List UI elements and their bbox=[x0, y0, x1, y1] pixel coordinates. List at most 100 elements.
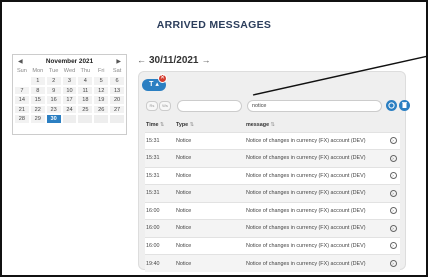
column-header-type[interactable]: Type ⇅ bbox=[175, 119, 245, 132]
calendar-day[interactable]: 19 bbox=[93, 95, 110, 105]
calendar-day[interactable]: 7 bbox=[14, 85, 30, 95]
calendar-day[interactable]: 8 bbox=[29, 85, 46, 95]
cell-action: › bbox=[385, 236, 400, 255]
calendar-day[interactable]: 27 bbox=[109, 104, 125, 114]
cell-message: Notice of changes in currency (FX) accou… bbox=[245, 149, 385, 167]
table-row[interactable]: 15:31 Notice Notice of changes in currency… bbox=[145, 131, 400, 150]
calendar-day[interactable]: 14 bbox=[14, 95, 30, 105]
messages-panel: T ▴ ✕ Rs Ws notice Time ⇅ Type ⇅ message… bbox=[138, 71, 410, 272]
calendar-empty-cell bbox=[61, 114, 78, 124]
cell-action: › bbox=[385, 131, 400, 150]
calendar-day[interactable]: 10 bbox=[61, 85, 78, 95]
calendar-day[interactable]: 26 bbox=[93, 104, 110, 114]
calendar-day[interactable]: 12 bbox=[93, 85, 110, 95]
view-detail-icon[interactable]: › bbox=[389, 207, 397, 215]
refresh-icon bbox=[388, 102, 395, 109]
cell-action: › bbox=[385, 254, 400, 272]
calendar-day[interactable]: 11 bbox=[77, 85, 94, 95]
cell-message: Notice of changes in currency (FX) accou… bbox=[245, 236, 385, 255]
cell-message: Notice of changes in currency (FX) accou… bbox=[245, 166, 385, 185]
calendar-day[interactable]: 25 bbox=[77, 104, 94, 114]
cell-type: Notice bbox=[175, 131, 245, 150]
calendar-day[interactable]: 22 bbox=[29, 104, 46, 114]
chevron-right-icon[interactable]: ▶ bbox=[116, 58, 121, 65]
filter-button[interactable]: T ▴ ✕ bbox=[142, 74, 167, 91]
calendar-day[interactable]: 30 bbox=[45, 114, 62, 124]
calendar-day[interactable]: 17 bbox=[61, 95, 78, 105]
calendar-day[interactable]: 29 bbox=[29, 114, 46, 124]
table-row[interactable]: 15:31 Notice Notice of changes in currency… bbox=[145, 166, 400, 185]
weekday-label: Sun bbox=[16, 68, 27, 74]
calendar-day[interactable]: 5 bbox=[93, 76, 110, 86]
calendar-day[interactable]: 2 bbox=[45, 76, 62, 86]
calendar-day[interactable]: 21 bbox=[14, 104, 30, 114]
table-row[interactable]: 15:31 Notice Notice of changes in currency… bbox=[145, 149, 400, 167]
column-header-message[interactable]: message ⇅ bbox=[245, 119, 385, 132]
cell-action: › bbox=[385, 149, 400, 167]
view-detail-icon[interactable]: › bbox=[389, 260, 397, 267]
cell-type: Notice bbox=[175, 236, 245, 255]
cell-time: 15:31 bbox=[145, 166, 175, 185]
table-row[interactable]: 16:00 Notice Notice of changes in currency… bbox=[145, 236, 400, 255]
delete-button[interactable] bbox=[399, 100, 410, 111]
toggle-pills: Rs Ws bbox=[146, 101, 171, 111]
cell-time: 15:31 bbox=[145, 149, 175, 167]
calendar-day[interactable]: 3 bbox=[61, 76, 78, 86]
table-row[interactable]: 16:00 Notice Notice of changes in currency… bbox=[145, 201, 400, 220]
cell-time: 16:00 bbox=[145, 236, 175, 255]
view-detail-icon[interactable]: › bbox=[389, 224, 397, 232]
view-detail-icon[interactable]: › bbox=[389, 137, 397, 145]
cell-type: Notice bbox=[175, 149, 245, 167]
cell-message: Notice of changes in currency (FX) accou… bbox=[245, 254, 385, 272]
view-detail-icon[interactable]: › bbox=[389, 242, 397, 250]
header-label-time: Time bbox=[146, 122, 159, 129]
refresh-button[interactable] bbox=[386, 100, 397, 111]
view-detail-icon[interactable]: › bbox=[389, 154, 397, 162]
calendar-grid: Sun Mon Tue Wed Thu Fri Sat 1 2 3 4 5 6 7 8 9 10 11 12 13 14… bbox=[13, 67, 126, 124]
message-filter-input[interactable]: notice bbox=[247, 100, 382, 112]
view-detail-icon[interactable]: › bbox=[389, 189, 397, 197]
type-filter-input[interactable] bbox=[177, 100, 242, 112]
sort-icon: ⇅ bbox=[189, 122, 195, 129]
calendar-day[interactable]: 20 bbox=[109, 95, 125, 105]
messages-table: Time ⇅ Type ⇅ message ⇅ 15:31 Notice Notic… bbox=[145, 119, 400, 272]
filter-toolbar: Rs Ws notice bbox=[145, 100, 410, 112]
calendar-month-label: November 2021 bbox=[45, 57, 94, 65]
table-row[interactable]: 15:31 Notice Notice of changes in currency… bbox=[145, 184, 400, 202]
cell-action: › bbox=[385, 219, 400, 237]
next-date-arrow[interactable]: → bbox=[202, 55, 211, 65]
header-label-message: message bbox=[246, 122, 270, 129]
cell-time: 19:40 bbox=[145, 254, 175, 272]
pill-toggle-2[interactable]: Ws bbox=[159, 101, 171, 111]
column-header-time[interactable]: Time ⇅ bbox=[145, 119, 175, 132]
calendar-day[interactable]: 18 bbox=[77, 95, 94, 105]
calendar-day[interactable]: 13 bbox=[109, 85, 125, 95]
chevron-left-icon[interactable]: ◀ bbox=[18, 58, 23, 65]
pill-toggle-1[interactable]: Rs bbox=[146, 101, 158, 111]
filter-icon: T ▴ bbox=[149, 81, 159, 88]
calendar-day[interactable]: 28 bbox=[14, 114, 30, 124]
calendar-day[interactable]: 1 bbox=[29, 76, 46, 86]
calendar-day[interactable]: 6 bbox=[109, 76, 125, 86]
table-row[interactable]: 16:00 Notice Notice of changes in currency… bbox=[145, 219, 400, 237]
calendar-day[interactable]: 16 bbox=[45, 95, 62, 105]
cell-time: 16:00 bbox=[145, 201, 175, 220]
calendar-day[interactable]: 23 bbox=[45, 104, 62, 114]
date-picker-calendar: ◀ November 2021 ▶ Sun Mon Tue Wed Thu Fri Sat 1… bbox=[12, 54, 127, 135]
calendar-day[interactable]: 9 bbox=[45, 85, 62, 95]
cell-time: 15:31 bbox=[145, 184, 175, 202]
header-label-type: Type bbox=[176, 122, 189, 129]
calendar-day[interactable]: 4 bbox=[77, 76, 94, 86]
calendar-day[interactable]: 24 bbox=[61, 104, 78, 114]
table-row[interactable]: 19:40 Notice Notice of changes in currency… bbox=[145, 254, 400, 272]
weekday-label: Thu bbox=[80, 68, 91, 74]
filter-clear-badge[interactable]: ✕ bbox=[158, 74, 167, 83]
view-detail-icon[interactable]: › bbox=[389, 172, 397, 180]
trash-icon bbox=[402, 102, 407, 108]
cell-message: Notice of changes in currency (FX) accou… bbox=[245, 131, 385, 150]
prev-date-arrow[interactable]: ← bbox=[137, 55, 146, 65]
weekday-label: Wed bbox=[63, 68, 76, 74]
calendar-day[interactable]: 15 bbox=[29, 95, 46, 105]
column-header-actions bbox=[385, 119, 400, 132]
cell-action: › bbox=[385, 201, 400, 220]
